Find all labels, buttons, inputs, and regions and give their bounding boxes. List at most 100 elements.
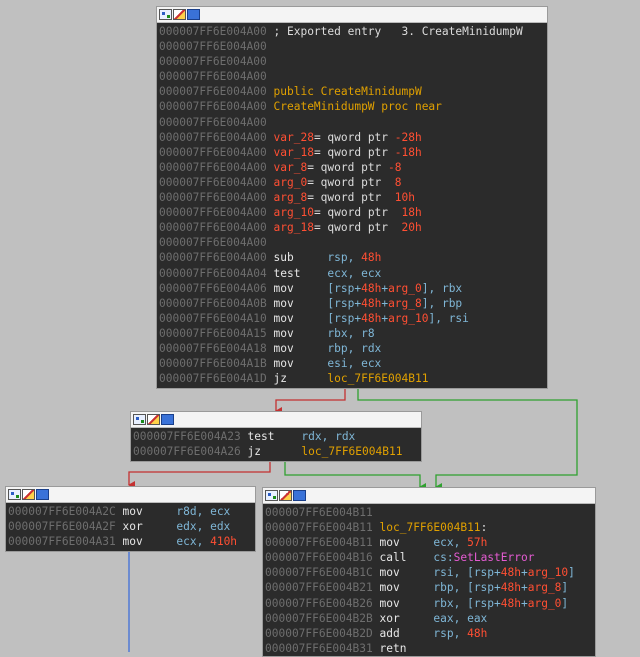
code-block-loc-b11[interactable]: 000007FF6E004B11 000007FF6E004B11 loc_7FF…: [262, 487, 596, 657]
asm-line[interactable]: 000007FF6E004A00 arg_0= qword ptr 8: [159, 175, 547, 190]
asm-line[interactable]: 000007FF6E004A00: [159, 115, 547, 130]
asm-line[interactable]: 000007FF6E004A18 mov rbp, rdx: [159, 341, 547, 356]
edit-node-icon[interactable]: [22, 489, 35, 500]
asm-line[interactable]: 000007FF6E004A00 public CreateMinidumpW: [159, 84, 547, 99]
asm-line[interactable]: 000007FF6E004A06 mov [rsp+48h+arg_0], rb…: [159, 281, 547, 296]
asm-line[interactable]: 000007FF6E004A31 mov ecx, 410h: [8, 534, 255, 549]
number-text: 18h: [401, 206, 422, 220]
address-text: 000007FF6E004A10: [159, 311, 274, 325]
asm-line[interactable]: 000007FF6E004A00 ; Exported entry 3. Cre…: [159, 24, 547, 39]
code-block-test-rdx[interactable]: 000007FF6E004A23 test rdx, rdx 000007FF6E…: [130, 411, 422, 462]
operand-text: rbx, [rsp+: [433, 596, 501, 610]
mnemonic-text: mov: [379, 566, 434, 580]
asm-line[interactable]: 000007FF6E004A00 var_18= qword ptr -18h: [159, 145, 547, 160]
code-block-set-args[interactable]: 000007FF6E004A2C mov r8d, ecx 000007FF6E0…: [5, 486, 256, 552]
asm-line[interactable]: 000007FF6E004A00: [159, 69, 547, 84]
variable-text[interactable]: var_18: [274, 146, 314, 159]
variable-text[interactable]: arg_8: [274, 191, 308, 204]
asm-line[interactable]: 000007FF6E004A00: [159, 54, 547, 69]
edge-test-true: [284, 461, 426, 491]
variable-text[interactable]: arg_10: [528, 566, 568, 579]
asm-line[interactable]: 000007FF6E004A00 arg_10= qword ptr 18h: [159, 205, 547, 220]
variable-text[interactable]: arg_18: [274, 221, 314, 234]
asm-line[interactable]: 000007FF6E004B2B xor eax, eax: [265, 611, 595, 626]
asm-line[interactable]: 000007FF6E004A00 var_28= qword ptr -28h: [159, 130, 547, 145]
asm-line[interactable]: 000007FF6E004A2F xor edx, edx: [8, 519, 255, 534]
hex-view-icon[interactable]: [293, 490, 306, 501]
graph-view-icon[interactable]: [265, 490, 278, 501]
graph-view-icon[interactable]: [159, 9, 172, 20]
address-text: 000007FF6E004B26: [265, 596, 380, 610]
asm-line[interactable]: 000007FF6E004B16 call cs:SetLastError: [265, 550, 595, 565]
operand-text: cs:: [433, 551, 454, 565]
operand-text: rdx, rdx: [301, 430, 356, 443]
import-name-text[interactable]: SetLastError: [454, 551, 535, 564]
mnemonic-text: mov: [122, 535, 177, 549]
asm-line[interactable]: 000007FF6E004A00 arg_18= qword ptr 20h: [159, 220, 547, 235]
operand-text: = qword ptr: [313, 221, 402, 235]
code-block-create-minidump[interactable]: 000007FF6E004A00 ; Exported entry 3. Cre…: [156, 6, 548, 389]
asm-line[interactable]: 000007FF6E004A10 mov [rsp+48h+arg_10], r…: [159, 311, 547, 326]
variable-text[interactable]: arg_0: [274, 176, 308, 189]
asm-line[interactable]: 000007FF6E004A00: [159, 235, 547, 250]
edit-node-icon[interactable]: [173, 9, 186, 20]
address-text: 000007FF6E004A2F: [8, 520, 123, 534]
variable-text[interactable]: arg_10: [274, 206, 314, 219]
hex-view-icon[interactable]: [36, 489, 49, 500]
asm-line[interactable]: 000007FF6E004A0B mov [rsp+48h+arg_8], rb…: [159, 296, 547, 311]
variable-text[interactable]: var_8: [274, 161, 308, 174]
operand-text: [rsp+: [327, 311, 362, 325]
variable-text[interactable]: arg_0: [528, 597, 562, 610]
edit-node-icon[interactable]: [147, 414, 160, 425]
asm-line[interactable]: 000007FF6E004B21 mov rbp, [rsp+48h+arg_8…: [265, 580, 595, 595]
address-text: 000007FF6E004A2C: [8, 505, 123, 518]
hex-view-icon[interactable]: [161, 414, 174, 425]
variable-text[interactable]: arg_10: [388, 312, 428, 325]
disassembly-lines: 000007FF6E004A23 test rdx, rdx 000007FF6E…: [131, 428, 421, 459]
operand-text: = qword ptr: [313, 130, 395, 144]
variable-text[interactable]: arg_0: [388, 282, 422, 295]
node-toolbar: [263, 488, 595, 504]
operand-text: rsi, [rsp+: [433, 566, 501, 580]
mnemonic-text: mov: [273, 296, 328, 310]
asm-line[interactable]: 000007FF6E004A00 arg_8= qword ptr 10h: [159, 190, 547, 205]
mnemonic-text: test: [247, 430, 302, 443]
address-text: 000007FF6E004B21: [265, 581, 380, 595]
proc-label-text: public CreateMinidumpW: [273, 85, 422, 99]
asm-line[interactable]: 000007FF6E004A23 test rdx, rdx: [133, 429, 421, 444]
label-text[interactable]: loc_7FF6E004B11: [380, 521, 481, 534]
asm-line[interactable]: 000007FF6E004A04 test ecx, ecx: [159, 266, 547, 281]
address-text: 000007FF6E004B2D: [265, 626, 380, 640]
hex-view-icon[interactable]: [187, 9, 200, 20]
edit-node-icon[interactable]: [279, 490, 292, 501]
asm-line[interactable]: 000007FF6E004B2D add rsp, 48h: [265, 626, 595, 641]
variable-text[interactable]: arg_8: [528, 581, 562, 594]
asm-line[interactable]: 000007FF6E004B11 loc_7FF6E004B11:: [265, 520, 595, 535]
asm-line[interactable]: 000007FF6E004B11: [265, 505, 595, 520]
variable-text[interactable]: var_28: [274, 131, 314, 144]
asm-line[interactable]: 000007FF6E004A2C mov r8d, ecx: [8, 504, 255, 519]
asm-line[interactable]: 000007FF6E004B1C mov rsi, [rsp+48h+arg_1…: [265, 565, 595, 580]
operand-text: :: [480, 521, 488, 535]
asm-line[interactable]: 000007FF6E004B11 mov ecx, 57h: [265, 535, 595, 550]
asm-line[interactable]: 000007FF6E004A00 sub rsp, 48h: [159, 250, 547, 265]
asm-line[interactable]: 000007FF6E004A00 var_8= qword ptr -8: [159, 160, 547, 175]
variable-text[interactable]: arg_8: [388, 297, 422, 310]
asm-line[interactable]: 000007FF6E004A26 jz loc_7FF6E004B11: [133, 444, 421, 459]
asm-line[interactable]: 000007FF6E004A15 mov rbx, r8: [159, 326, 547, 341]
asm-line[interactable]: 000007FF6E004A1D jz loc_7FF6E004B11: [159, 371, 547, 386]
asm-line[interactable]: 000007FF6E004B26 mov rbx, [rsp+48h+arg_0…: [265, 596, 595, 611]
graph-view-icon[interactable]: [8, 489, 21, 500]
number-text: 20h: [401, 221, 422, 235]
address-text: 000007FF6E004A00: [159, 115, 267, 129]
graph-view-icon[interactable]: [133, 414, 146, 425]
disassembly-lines: 000007FF6E004A2C mov r8d, ecx 000007FF6E0…: [6, 503, 255, 549]
asm-line[interactable]: 000007FF6E004A1B mov esi, ecx: [159, 356, 547, 371]
label-text[interactable]: loc_7FF6E004B11: [327, 372, 428, 385]
operand-text: ecx,: [433, 536, 468, 550]
asm-line[interactable]: 000007FF6E004A00 CreateMinidumpW proc ne…: [159, 99, 547, 114]
asm-line[interactable]: 000007FF6E004A00: [159, 39, 547, 54]
asm-line[interactable]: 000007FF6E004B31 retn: [265, 641, 595, 656]
label-text[interactable]: loc_7FF6E004B11: [301, 445, 402, 458]
address-text: 000007FF6E004A00: [159, 191, 274, 205]
